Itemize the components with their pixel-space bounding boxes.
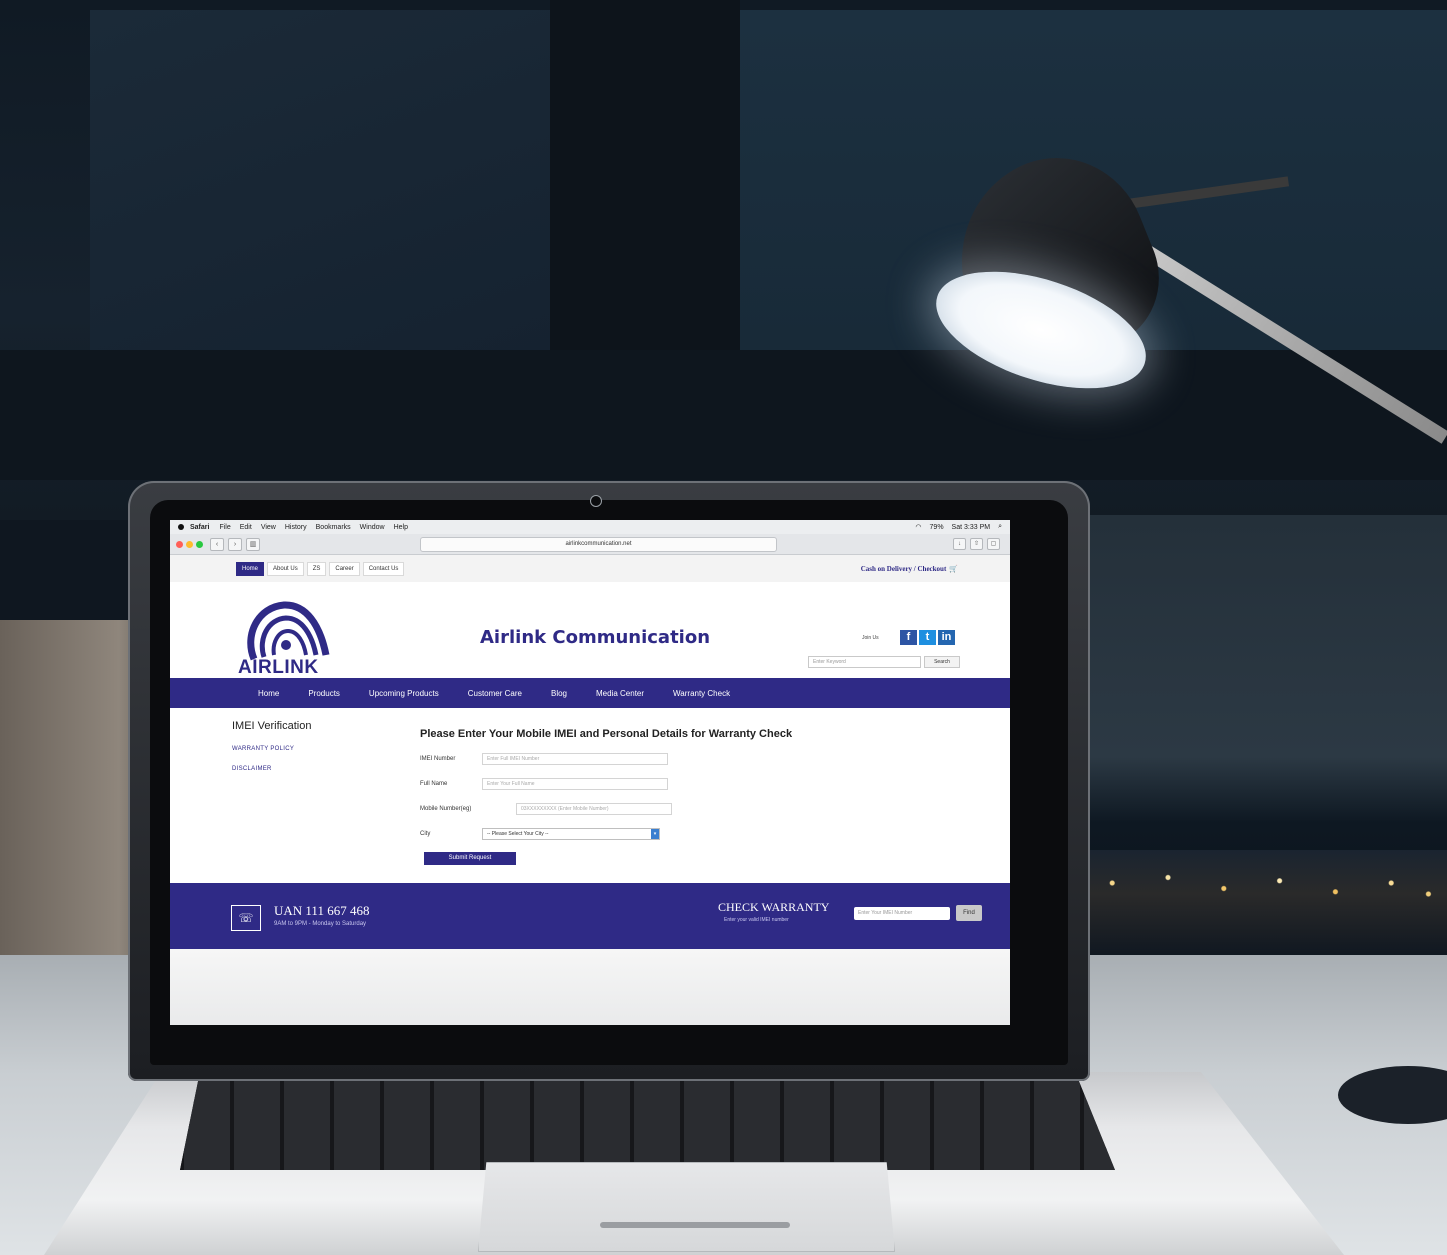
spotlight-icon[interactable]: ⌕ — [998, 523, 1002, 531]
battery-percent[interactable]: 79% — [930, 524, 944, 531]
imei-input[interactable]: Enter Full IMEI Number — [482, 752, 668, 765]
window-controls — [176, 540, 206, 548]
cart-icon[interactable]: 🛒 — [949, 565, 958, 573]
facebook-icon[interactable]: f — [900, 630, 917, 645]
check-warranty-subtitle: Enter your valid IMEI number — [724, 917, 789, 923]
city-select-value: -- Please Select Your City -- — [487, 830, 549, 837]
laptop-keyboard — [180, 1078, 1115, 1170]
fullname-label: Full Name — [420, 780, 448, 787]
page-content: IMEI Verification WARRANTY POLICY DISCLA… — [170, 708, 1010, 883]
top-link-zs[interactable]: ZS — [306, 562, 327, 576]
page-bottom-area — [170, 949, 1010, 1025]
logo-text[interactable]: AIRLINK — [238, 657, 319, 679]
apple-icon[interactable] — [178, 524, 184, 530]
top-links: Home About Us ZS Career Contact Us — [236, 562, 407, 576]
submit-request-button[interactable]: Submit Request — [424, 852, 516, 865]
top-link-home[interactable]: Home — [236, 562, 265, 576]
maximize-window-icon[interactable] — [196, 540, 203, 548]
menu-edit[interactable]: Edit — [240, 524, 252, 531]
sidebar-title: IMEI Verification — [232, 720, 312, 732]
mobile-input[interactable]: 03XXXXXXXXX (Enter Mobile Number) — [516, 802, 672, 815]
city-lights — [1075, 850, 1447, 960]
sidebar: IMEI Verification WARRANTY POLICY DISCLA… — [232, 720, 311, 786]
sidebar-toggle-icon[interactable]: ▥ — [246, 537, 260, 551]
wifi-icon[interactable]: ◠ — [915, 523, 921, 531]
cod-text: Cash on Delivery / Checkout — [860, 565, 947, 573]
mobile-label: Mobile Number(eg) — [420, 805, 472, 812]
clock[interactable]: Sat 3:33 PM — [952, 524, 991, 531]
menu-help[interactable]: Help — [394, 524, 408, 531]
nav-media-center[interactable]: Media Center — [596, 689, 644, 698]
support-hours: 9AM to 9PM - Monday to Saturday — [274, 921, 367, 927]
site-title: Airlink Communication — [480, 627, 711, 648]
footer-find-button[interactable]: Find — [956, 905, 982, 921]
site-header: AIRLINK Airlink Communication Join Us f … — [170, 582, 1010, 678]
join-us-label: Join Us — [862, 635, 879, 641]
twitter-icon[interactable]: t — [919, 630, 936, 645]
tabs-icon[interactable]: ▢ — [987, 538, 1000, 550]
cod-checkout-link[interactable]: Cash on Delivery / Checkout 🛒 — [861, 565, 958, 573]
phone-icon: ☏ — [231, 905, 261, 931]
minimize-window-icon[interactable] — [186, 540, 193, 548]
uan-number: UAN 111 667 468 — [274, 903, 370, 918]
main-navigation: Home Products Upcoming Products Customer… — [170, 678, 1010, 708]
browser-toolbar: ‹ › ▥ airlinkcommunication.net ↓ ⇧ ▢ — [170, 534, 1010, 555]
laptop-hinge-notch — [600, 1222, 790, 1228]
address-bar[interactable]: airlinkcommunication.net — [420, 537, 777, 552]
site-search-input[interactable]: Enter Keyword — [808, 656, 921, 668]
webcam-icon — [590, 495, 602, 507]
chevron-down-icon: ▾ — [651, 828, 659, 839]
nav-home[interactable]: Home — [258, 689, 279, 698]
city-select[interactable]: -- Please Select Your City -- ▾ — [482, 827, 660, 840]
downloads-icon[interactable]: ↓ — [953, 538, 966, 550]
top-link-about[interactable]: About Us — [267, 562, 304, 576]
menu-bookmarks[interactable]: Bookmarks — [316, 524, 351, 531]
sidebar-link-disclaimer[interactable]: DISCLAIMER — [232, 766, 311, 772]
nav-upcoming-products[interactable]: Upcoming Products — [369, 689, 439, 698]
top-utility-bar: Home About Us ZS Career Contact Us Cash … — [170, 555, 1010, 582]
footer-imei-input[interactable]: Enter Your IMEI Number — [854, 907, 950, 920]
share-icon[interactable]: ⇧ — [970, 538, 983, 550]
social-links: f t in — [900, 630, 957, 645]
form-title: Please Enter Your Mobile IMEI and Person… — [420, 728, 793, 740]
toolbar-right-actions: ↓ ⇧ ▢ — [949, 538, 1000, 550]
laptop-screen: Safari File Edit View History Bookmarks … — [170, 520, 1010, 1025]
laptop-touchpad — [478, 1162, 895, 1252]
nav-blog[interactable]: Blog — [551, 689, 567, 698]
site-footer: ☏ UAN 111 667 468 9AM to 9PM - Monday to… — [170, 883, 1010, 949]
mobile-row: Mobile Number(eg) 03XXXXXXXXX (Enter Mob… — [420, 796, 940, 821]
nav-customer-care[interactable]: Customer Care — [468, 689, 522, 698]
fullname-input[interactable]: Enter Your Full Name — [482, 777, 668, 790]
top-link-career[interactable]: Career — [329, 562, 360, 576]
window-pane-left — [90, 10, 550, 360]
menu-file[interactable]: File — [219, 524, 230, 531]
city-label: City — [420, 830, 431, 837]
sidebar-link-warranty-policy[interactable]: WARRANTY POLICY — [232, 746, 311, 752]
menu-history[interactable]: History — [285, 524, 307, 531]
check-warranty-title: CHECK WARRANTY — [718, 900, 830, 914]
site-search-button[interactable]: Search — [924, 656, 960, 668]
menu-app[interactable]: Safari — [190, 524, 209, 531]
macos-menubar: Safari File Edit View History Bookmarks … — [170, 520, 1010, 534]
imei-row: IMEI Number Enter Full IMEI Number — [420, 746, 940, 771]
menu-view[interactable]: View — [261, 524, 276, 531]
forward-button[interactable]: › — [228, 537, 242, 551]
linkedin-icon[interactable]: in — [938, 630, 955, 645]
back-button[interactable]: ‹ — [210, 537, 224, 551]
nav-products[interactable]: Products — [308, 689, 340, 698]
menu-window[interactable]: Window — [360, 524, 385, 531]
window-frame-horizontal — [0, 350, 1447, 480]
close-window-icon[interactable] — [176, 540, 183, 548]
menubar-status: ◠ 79% Sat 3:33 PM ⌕ — [907, 523, 1002, 531]
imei-label: IMEI Number — [420, 755, 456, 762]
warranty-form: Please Enter Your Mobile IMEI and Person… — [420, 728, 940, 865]
city-row: City -- Please Select Your City -- ▾ — [420, 821, 940, 846]
nav-warranty-check[interactable]: Warranty Check — [673, 689, 730, 698]
top-link-contact[interactable]: Contact Us — [362, 562, 405, 576]
fullname-row: Full Name Enter Your Full Name — [420, 771, 940, 796]
